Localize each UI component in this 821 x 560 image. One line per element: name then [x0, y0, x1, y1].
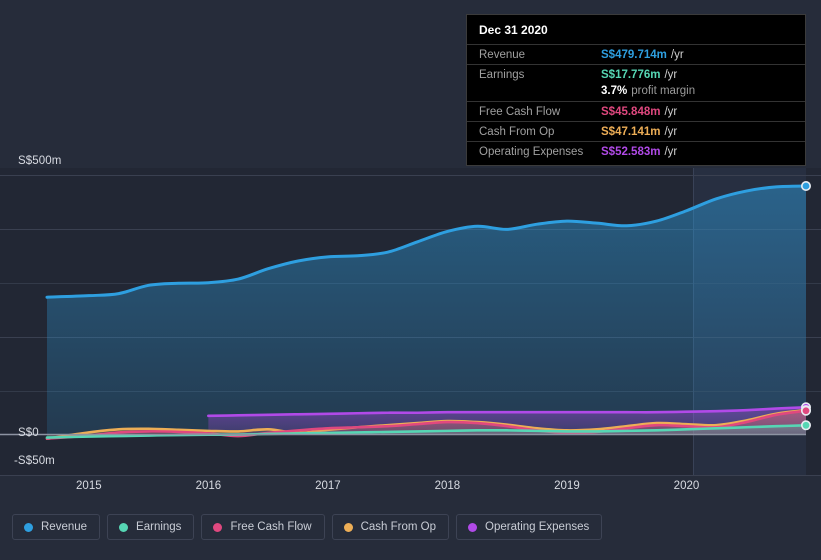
- tooltip-row-value-group: S$479.714m/yr: [601, 49, 684, 61]
- tooltip-row-unit: /yr: [664, 146, 678, 158]
- tooltip-row-label: Cash From Op: [479, 126, 555, 138]
- tooltip-date: Dec 31 2020: [479, 23, 548, 37]
- x-axis-tick-2020: 2020: [673, 480, 700, 492]
- tooltip-row: Operating Expenses S$52.583m/yr: [467, 141, 805, 161]
- y-axis-label-zero: S$0: [18, 427, 39, 439]
- tooltip-row-value: S$52.583m: [601, 146, 661, 158]
- tooltip-row-unit: /yr: [664, 106, 678, 118]
- tooltip-rows: Revenue S$479.714m/yr Earnings S$17.776m/yr…: [467, 44, 805, 161]
- tooltip-row-value: 3.7%: [601, 85, 628, 97]
- legend-item-earnings[interactable]: Earnings: [107, 514, 195, 540]
- tooltip-row-value: S$479.714m: [601, 49, 667, 61]
- tooltip-row: Revenue S$479.714m/yr: [467, 44, 805, 64]
- tooltip-row-label: Earnings: [479, 69, 525, 81]
- tooltip-row: Free Cash Flow S$45.848m/yr: [467, 101, 805, 121]
- tooltip-row-unit: /yr: [670, 49, 684, 61]
- tooltip-row-unit: /yr: [664, 126, 678, 138]
- tooltip-row-value-group: S$45.848m/yr: [601, 106, 677, 118]
- tooltip-row-value-group: 3.7% profit margin: [601, 85, 695, 97]
- x-axis-tick-2018: 2018: [434, 480, 461, 492]
- tooltip-row-unit: /yr: [664, 69, 678, 81]
- data-tooltip: Dec 31 2020 Revenue S$479.714m/yr Earnings…: [466, 14, 806, 166]
- tooltip-row-value-group: S$52.583m/yr: [601, 146, 677, 158]
- financial-history-chart: S$500m S$0 -S$50m 2015 2016 2017 2018 2019 20…: [0, 0, 821, 560]
- endpoint-marker-earnings[interactable]: [800, 420, 811, 431]
- endpoint-marker-revenue[interactable]: [800, 181, 811, 192]
- tooltip-row-value-group: S$47.141m/yr: [601, 126, 677, 138]
- legend-item-operating-expenses[interactable]: Operating Expenses: [456, 514, 603, 540]
- legend-color-dot-icon: [24, 522, 33, 532]
- legend-color-dot-icon: [213, 522, 223, 532]
- tooltip-row-unit: profit margin: [631, 85, 696, 97]
- legend-item-label: Cash From Op: [360, 521, 437, 533]
- x-axis-tick-2015: 2015: [76, 480, 102, 492]
- tooltip-row-value: S$47.141m: [601, 126, 661, 138]
- y-axis-label-bottom: -S$50m: [14, 455, 55, 467]
- legend-item-label: Earnings: [136, 521, 182, 533]
- legend-color-dot-icon: [343, 522, 353, 532]
- tooltip-row: Earnings S$17.776m/yr: [467, 64, 805, 84]
- legend-item-label: Free Cash Flow: [230, 521, 312, 533]
- tooltip-row-label: Revenue: [479, 49, 526, 61]
- x-axis-tick-2019: 2019: [554, 480, 580, 492]
- legend-color-dot-icon: [119, 522, 129, 532]
- legend-item-free-cash-flow[interactable]: Free Cash Flow: [201, 514, 325, 540]
- endpoint-marker-free-cash-flow[interactable]: [800, 405, 811, 416]
- legend-item-revenue[interactable]: Revenue: [12, 514, 101, 540]
- x-axis-tick-2016: 2016: [195, 480, 222, 492]
- y-axis-label-top: S$500m: [18, 155, 62, 167]
- legend-item-label: Operating Expenses: [485, 521, 590, 533]
- x-axis-tick-2017: 2017: [315, 480, 341, 492]
- tooltip-row-value-group: S$17.776m/yr: [601, 69, 677, 81]
- tooltip-row: 3.7% profit margin: [467, 84, 805, 101]
- tooltip-row-value: S$17.776m: [601, 69, 661, 81]
- tooltip-row-value: S$45.848m: [601, 106, 661, 118]
- tooltip-row-label: Operating Expenses: [479, 146, 584, 158]
- legend-color-dot-icon: [468, 522, 478, 532]
- chart-legend[interactable]: Revenue Earnings Free Cash Flow Cash From O…: [12, 514, 603, 540]
- tooltip-row: Cash From Op S$47.141m/yr: [467, 121, 805, 141]
- legend-item-cash-from-op[interactable]: Cash From Op: [331, 514, 450, 540]
- tooltip-row-label: Free Cash Flow: [479, 106, 561, 118]
- legend-item-label: Revenue: [41, 521, 88, 533]
